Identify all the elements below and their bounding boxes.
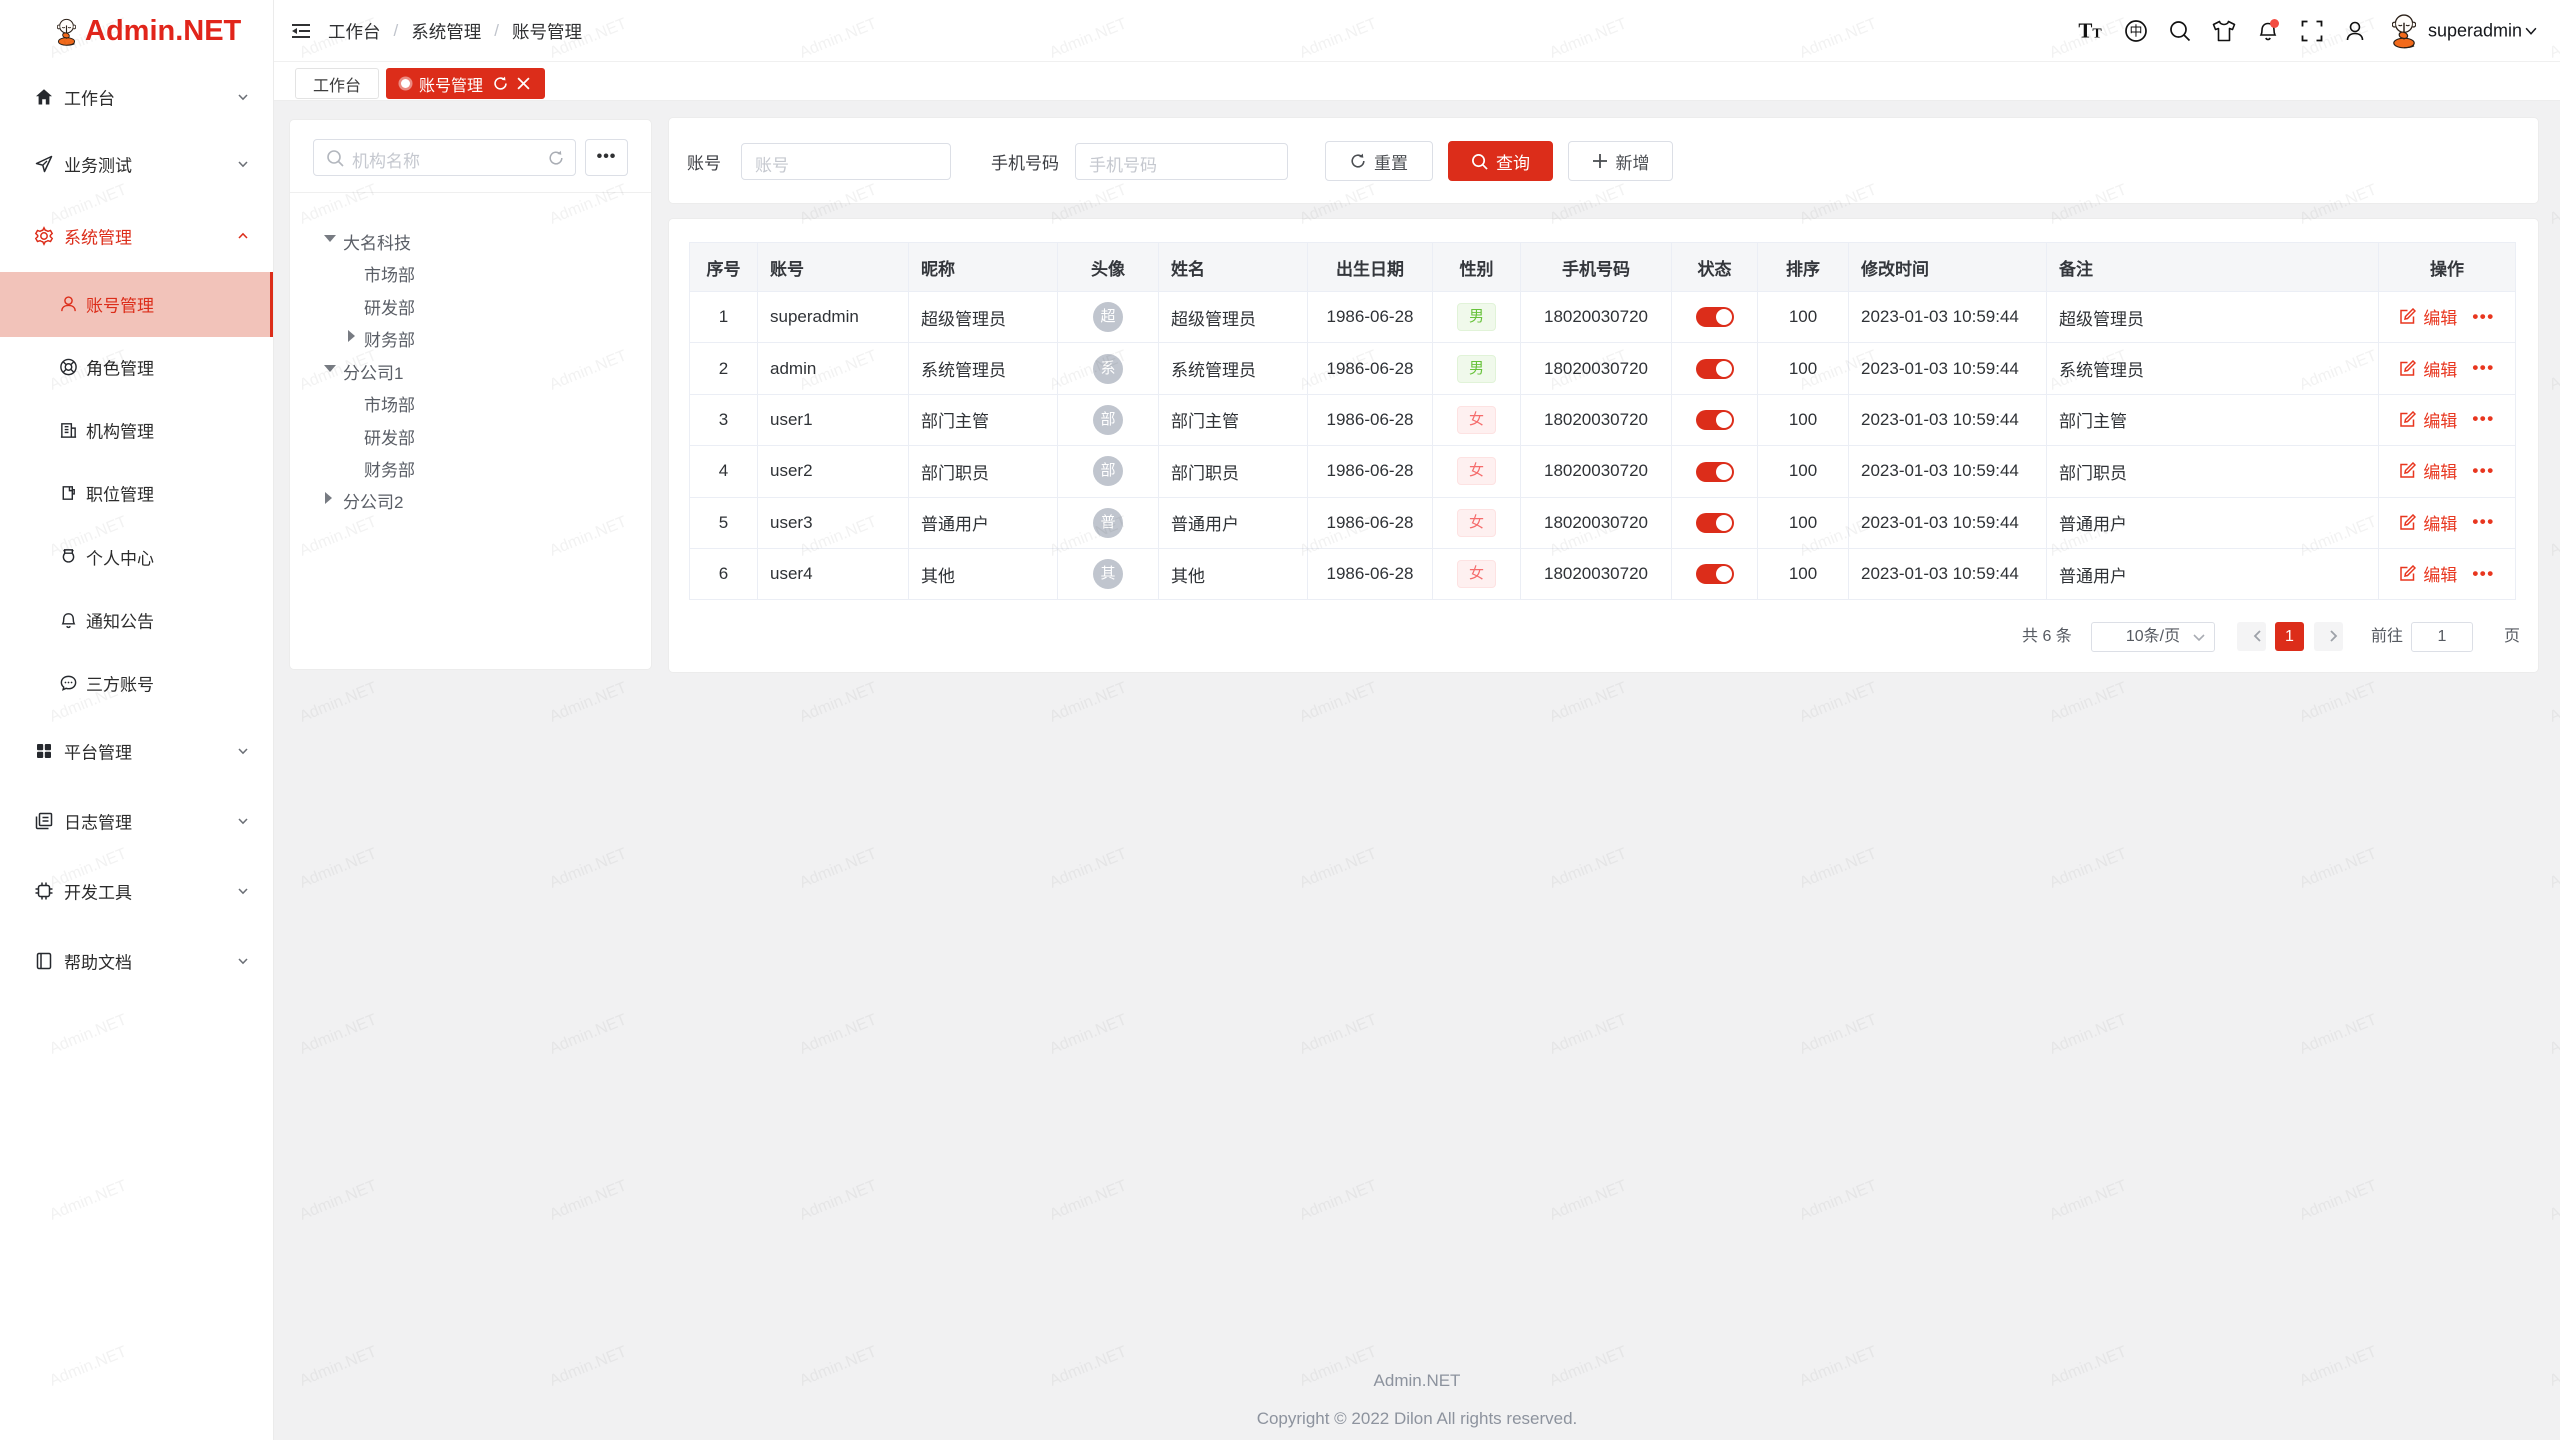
svg-text:中: 中 [2129,23,2142,38]
